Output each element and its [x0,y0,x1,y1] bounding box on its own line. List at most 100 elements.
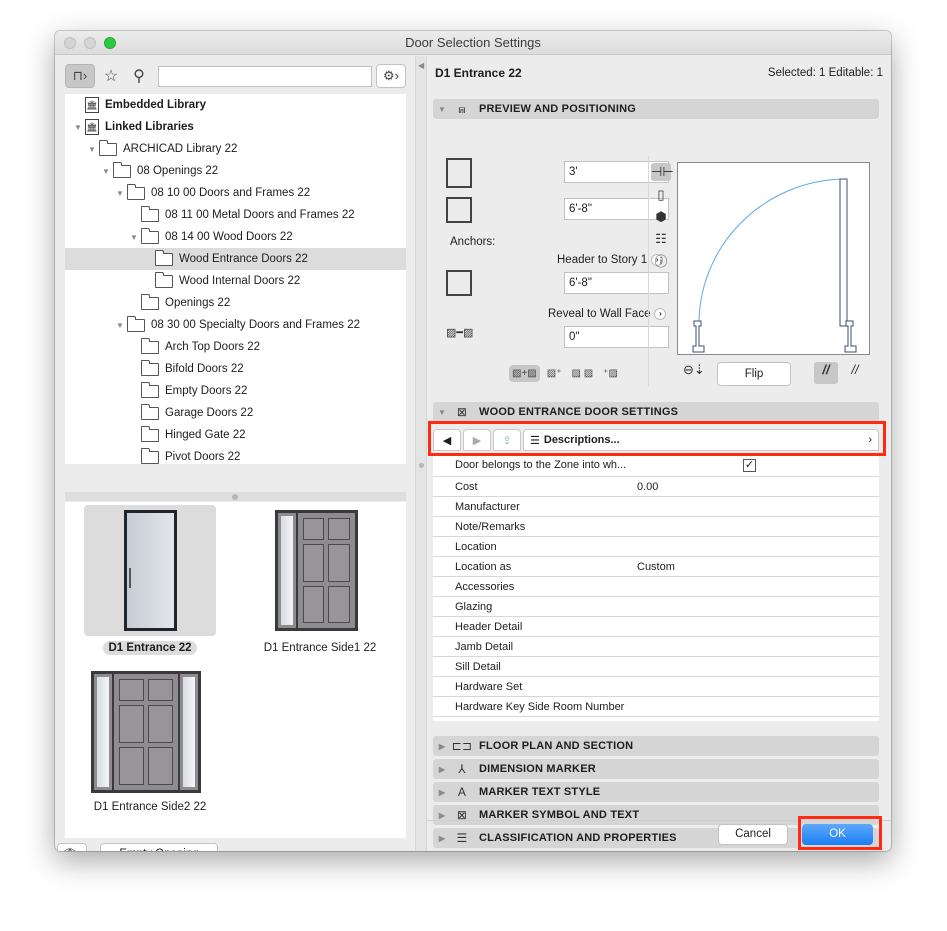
page-select-value: Descriptions... [543,434,620,446]
disclosure-triangle-icon[interactable]: ▼ [129,233,139,242]
minimize-window-button[interactable] [84,37,96,49]
reveal-menu-button[interactable]: › [654,308,667,320]
tree-item-label: Bifold Doors 22 [165,363,244,375]
mirror-type-b-button[interactable]: // [843,362,867,384]
vertical-separator [648,156,649,386]
door-plan-drawing [692,178,857,353]
disclosure-triangle-icon[interactable]: ▼ [101,167,111,176]
tree-item[interactable]: ▼ 08 30 00 Specialty Doors and Frames 22 [65,314,406,336]
tree-item[interactable]: ▼ 08 10 00 Doors and Frames 22 [65,182,406,204]
anchor-edges-button[interactable]: ▨ ▨ [568,365,596,382]
tree-item[interactable]: 08 11 00 Metal Doors and Frames 22 [65,204,406,226]
flip-button[interactable]: Flip [717,362,791,386]
tree-item[interactable]: Pivot Doors 22 [65,446,406,464]
parameter-value[interactable]: Custom [637,557,675,577]
parameter-row[interactable]: Jamb Detail [433,637,879,657]
library-tree: 🏛 Embedded Library ▼ 🏛 Linked Libraries ▼ ARCH… [65,94,406,464]
cancel-button[interactable]: Cancel [718,824,788,845]
anchor-corner-button[interactable]: ⁺▨ [600,365,621,382]
parameter-row[interactable]: Glazing [433,597,879,617]
tree-item[interactable]: Bifold Doors 22 [65,358,406,380]
library-folder-icon: 🏛 [85,119,99,135]
parameter-value[interactable]: 0.00 [637,477,658,497]
pane-divider[interactable]: ◀ [415,56,427,851]
parameter-name: Sill Detail [455,661,501,673]
next-page-button[interactable]: ▶ [463,429,491,451]
disclosure-triangle-icon[interactable]: ▼ [87,145,97,154]
tree-item[interactable]: ▼ 🏛 Linked Libraries [65,116,406,138]
search-button[interactable]: ⚲ [127,64,151,88]
header-height-field[interactable]: 6'-8" [564,272,669,294]
parameter-row[interactable]: Hardware Key Side Room Number [433,697,879,717]
zoom-window-button[interactable] [104,37,116,49]
parameter-row[interactable]: Sill Detail [433,657,879,677]
info-icon[interactable]: ⓘ [651,253,671,271]
divider-handle[interactable] [419,463,424,468]
parameter-row[interactable]: Note/Remarks [433,517,879,537]
ok-button[interactable]: OK [802,824,873,845]
library-manager-button[interactable]: 🏛› [57,843,87,851]
tree-item[interactable]: ▼ ARCHICAD Library 22 [65,138,406,160]
tree-item[interactable]: 🏛 Embedded Library [65,94,406,116]
tree-item[interactable]: Empty Doors 22 [65,380,406,402]
parameter-row[interactable]: Cost 0.00 [433,477,879,497]
parent-page-button[interactable]: ⇪ [493,429,521,451]
section-wood-entrance-settings[interactable]: ▼ ⊠ WOOD ENTRANCE DOOR SETTINGS [433,402,879,422]
tree-item[interactable]: Openings 22 [65,292,406,314]
folder-icon [113,161,131,178]
tree-item[interactable]: ▼ 08 14 00 Wood Doors 22 [65,226,406,248]
disclosure-triangle-icon[interactable]: ▼ [115,321,125,330]
parameter-row[interactable]: Location [433,537,879,557]
parameter-row[interactable]: Manufacturer [433,497,879,517]
section-marker-text-style[interactable]: ▶ A MARKER TEXT STYLE [433,782,879,802]
thumbnail-item[interactable]: D1 Entrance Side1 22 [250,505,390,654]
reveal-field[interactable]: 0" [564,326,669,348]
tree-item-label: Hinged Gate 22 [165,429,246,441]
parameter-row[interactable]: Hardware Set [433,677,879,697]
zone-checkbox[interactable]: ✓ [743,459,756,472]
gear-icon: ⚙› [383,68,399,83]
parameter-row[interactable]: Header Detail [433,617,879,637]
splitter-handle[interactable] [232,494,238,500]
anchor-center-button[interactable]: ▨+▨ [509,364,540,382]
section-floor-plan-and-section[interactable]: ▶ ⊏⊐ FLOOR PLAN AND SECTION [433,736,879,756]
disclosure-triangle-icon[interactable]: ▼ [115,189,125,198]
settings-menu-button[interactable]: ⚙› [376,64,406,88]
previous-page-button[interactable]: ◀ [433,429,461,451]
pane-splitter[interactable] [65,492,406,501]
disclosure-triangle-icon[interactable]: ▼ [73,123,83,132]
thumbnail-item[interactable]: D1 Entrance Side2 22 [80,668,220,813]
section-preview-positioning[interactable]: ▼ ⩎ PREVIEW AND POSITIONING [433,99,879,119]
library-view-button[interactable]: ⊓› [65,64,95,88]
3d-view-icon[interactable]: ⬢ [651,208,671,226]
section-dimension-marker[interactable]: ▶ ⅄ DIMENSION MARKER [433,759,879,779]
settings-page-navigator: ◀ ▶ ⇪ ☰ Descriptions... › [433,429,879,451]
tree-item[interactable]: Wood Entrance Doors 22 [65,248,406,270]
collapse-left-icon[interactable]: ◀ [418,61,424,70]
parameter-row[interactable]: Door belongs to the Zone into wh... ✓ [433,455,879,477]
favorites-button[interactable]: ☆ [99,64,123,88]
mirror-type-a-button[interactable]: // [814,362,838,384]
parameter-name: Accessories [455,581,515,593]
plan-view-icon[interactable]: ⊣⊢ [651,163,674,181]
search-input[interactable] [158,66,372,87]
folder-icon [127,183,145,200]
tree-item[interactable]: Garage Doors 22 [65,402,406,424]
parameter-row[interactable]: Accessories [433,577,879,597]
door-leaf [839,178,848,327]
thumbnail-item[interactable]: D1 Entrance 22 [80,505,220,655]
section-marker-symbol-and-text[interactable]: ▶ ⊠ MARKER SYMBOL AND TEXT [433,805,879,825]
close-window-button[interactable] [64,37,76,49]
tree-item[interactable]: Hinged Gate 22 [65,424,406,446]
width-icon [446,158,472,188]
tree-item[interactable]: Arch Top Doors 22 [65,336,406,358]
parameter-row[interactable]: Location as Custom [433,557,879,577]
elevation-view-icon[interactable]: ▯ [651,186,671,204]
tree-item[interactable]: Wood Internal Doors 22 [65,270,406,292]
empty-opening-button[interactable]: Empty Opening [100,843,218,851]
page-select-dropdown[interactable]: ☰ Descriptions... › [523,429,879,451]
folder-icon [141,359,159,376]
anchor-side-button[interactable]: ▨⁺ [544,365,565,382]
tree-item[interactable]: ▼ 08 Openings 22 [65,160,406,182]
section-view-icon[interactable]: ☷ [651,230,671,248]
